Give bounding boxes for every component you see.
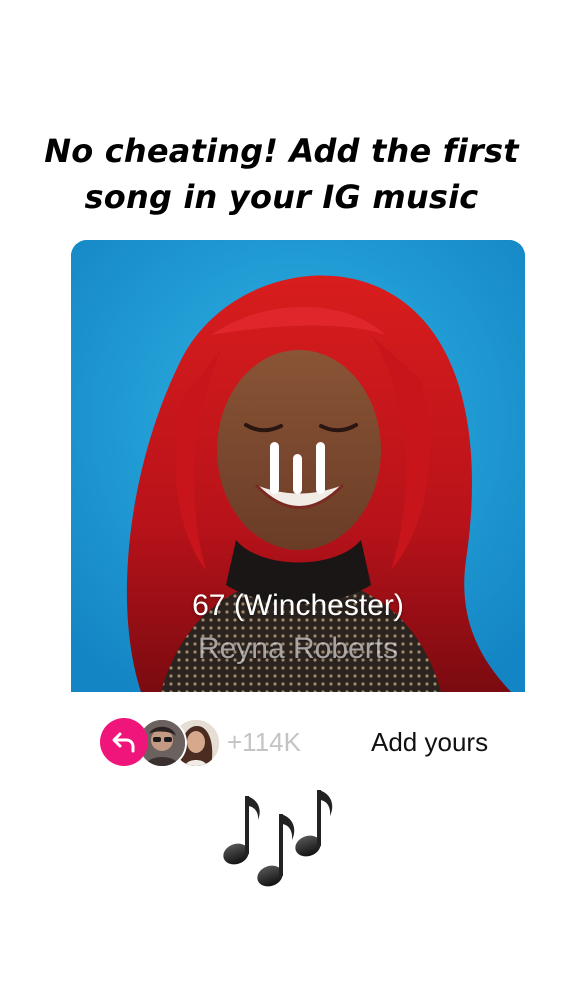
musical-notes-icon bbox=[223, 790, 333, 887]
participant-count: +114K bbox=[227, 727, 301, 757]
add-yours-button[interactable]: Add yours bbox=[371, 726, 488, 758]
prompt-text: No cheating! Add the first song in your … bbox=[0, 128, 563, 220]
song-title: 67 (Winchester) bbox=[192, 589, 404, 622]
reply-button[interactable] bbox=[100, 718, 148, 766]
artist-name: Reyna Roberts bbox=[197, 632, 399, 665]
add-yours-row: +114K Add yours bbox=[0, 716, 563, 768]
pause-button[interactable] bbox=[264, 438, 332, 498]
prompt-line-2: song in your IG music bbox=[84, 178, 479, 216]
pause-icon bbox=[270, 442, 325, 494]
story-screen: No cheating! Add the first song in your … bbox=[0, 0, 563, 1000]
reply-arrow-icon bbox=[112, 732, 135, 753]
prompt-line-1: No cheating! Add the first bbox=[44, 132, 519, 170]
